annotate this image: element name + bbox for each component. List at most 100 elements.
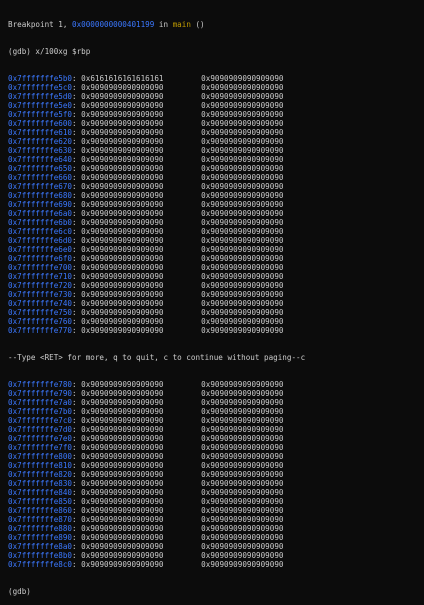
memory-address: 0x7fffffffe870 [8, 515, 73, 524]
memory-address: 0x7fffffffe880 [8, 524, 73, 533]
memory-value-2: 0x9090909090909090 [201, 533, 284, 542]
memory-value-1: 0x9090909090909090 [81, 542, 164, 551]
memory-row: 0x7fffffffe880: 0x9090909090909090 0x9090… [8, 524, 284, 533]
memory-value-2: 0x9090909090909090 [201, 101, 284, 110]
memory-value-1: 0x9090909090909090 [81, 398, 164, 407]
memory-value-1: 0x9090909090909090 [81, 182, 164, 191]
memory-value-2: 0x9090909090909090 [201, 92, 284, 101]
breakpoint-prefix: Breakpoint 1, [8, 20, 73, 29]
memory-value-1: 0x9090909090909090 [81, 497, 164, 506]
memory-value-2: 0x9090909090909090 [201, 290, 284, 299]
memory-row: 0x7fffffffe6a0: 0x9090909090909090 0x9090… [8, 209, 284, 218]
memory-value-2: 0x9090909090909090 [201, 128, 284, 137]
memory-value-1: 0x9090909090909090 [81, 263, 164, 272]
memory-address: 0x7fffffffe850 [8, 497, 73, 506]
memory-value-1: 0x9090909090909090 [81, 515, 164, 524]
memory-address: 0x7fffffffe770 [8, 326, 73, 335]
memory-value-1: 0x9090909090909090 [81, 308, 164, 317]
memory-address: 0x7fffffffe760 [8, 317, 73, 326]
memory-address: 0x7fffffffe720 [8, 281, 73, 290]
memory-value-2: 0x9090909090909090 [201, 119, 284, 128]
memory-row: 0x7fffffffe6c0: 0x9090909090909090 0x9090… [8, 227, 284, 236]
memory-value-2: 0x9090909090909090 [201, 227, 284, 236]
memory-row: 0x7fffffffe7a0: 0x9090909090909090 0x9090… [8, 398, 284, 407]
memory-value-2: 0x9090909090909090 [201, 110, 284, 119]
memory-value-1: 0x9090909090909090 [81, 407, 164, 416]
memory-dump-block-2: 0x7fffffffe780: 0x9090909090909090 0x9090… [8, 380, 424, 569]
memory-row: 0x7fffffffe720: 0x9090909090909090 0x9090… [8, 281, 284, 290]
memory-address: 0x7fffffffe710 [8, 272, 73, 281]
memory-value-1: 0x9090909090909090 [81, 452, 164, 461]
memory-row: 0x7fffffffe770: 0x9090909090909090 0x9090… [8, 326, 284, 335]
memory-value-1: 0x9090909090909090 [81, 524, 164, 533]
memory-address: 0x7fffffffe650 [8, 164, 73, 173]
memory-value-2: 0x9090909090909090 [201, 506, 284, 515]
memory-value-1: 0x9090909090909090 [81, 128, 164, 137]
memory-value-2: 0x9090909090909090 [201, 389, 284, 398]
memory-value-2: 0x9090909090909090 [201, 155, 284, 164]
memory-value-2: 0x9090909090909090 [201, 515, 284, 524]
memory-value-1: 0x6161616161616161 [81, 74, 164, 83]
memory-value-2: 0x9090909090909090 [201, 245, 284, 254]
memory-value-1: 0x9090909090909090 [81, 290, 164, 299]
memory-value-1: 0x9090909090909090 [81, 101, 164, 110]
memory-value-1: 0x9090909090909090 [81, 236, 164, 245]
memory-row: 0x7fffffffe860: 0x9090909090909090 0x9090… [8, 506, 284, 515]
memory-row: 0x7fffffffe840: 0x9090909090909090 0x9090… [8, 488, 284, 497]
memory-value-1: 0x9090909090909090 [81, 299, 164, 308]
memory-row: 0x7fffffffe700: 0x9090909090909090 0x9090… [8, 263, 284, 272]
memory-value-1: 0x9090909090909090 [81, 326, 164, 335]
memory-value-1: 0x9090909090909090 [81, 317, 164, 326]
memory-address: 0x7fffffffe830 [8, 479, 73, 488]
memory-row: 0x7fffffffe6d0: 0x9090909090909090 0x9090… [8, 236, 284, 245]
memory-address: 0x7fffffffe7e0 [8, 434, 73, 443]
memory-row: 0x7fffffffe7c0: 0x9090909090909090 0x9090… [8, 416, 284, 425]
memory-row: 0x7fffffffe650: 0x9090909090909090 0x9090… [8, 164, 284, 173]
memory-value-1: 0x9090909090909090 [81, 173, 164, 182]
memory-row: 0x7fffffffe5d0: 0x9090909090909090 0x9090… [8, 92, 284, 101]
memory-address: 0x7fffffffe6b0 [8, 218, 73, 227]
memory-row: 0x7fffffffe610: 0x9090909090909090 0x9090… [8, 128, 284, 137]
memory-value-2: 0x9090909090909090 [201, 560, 284, 569]
memory-row: 0x7fffffffe7f0: 0x9090909090909090 0x9090… [8, 443, 284, 452]
memory-address: 0x7fffffffe840 [8, 488, 73, 497]
memory-value-2: 0x9090909090909090 [201, 524, 284, 533]
memory-row: 0x7fffffffe7e0: 0x9090909090909090 0x9090… [8, 434, 284, 443]
breakpoint-function: main [172, 20, 191, 29]
memory-address: 0x7fffffffe740 [8, 299, 73, 308]
breakpoint-suffix: () [190, 20, 205, 29]
memory-value-1: 0x9090909090909090 [81, 281, 164, 290]
memory-row: 0x7fffffffe760: 0x9090909090909090 0x9090… [8, 317, 284, 326]
memory-address: 0x7fffffffe600 [8, 119, 73, 128]
memory-value-1: 0x9090909090909090 [81, 506, 164, 515]
memory-row: 0x7fffffffe8b0: 0x9090909090909090 0x9090… [8, 551, 284, 560]
memory-value-1: 0x9090909090909090 [81, 425, 164, 434]
memory-row: 0x7fffffffe8a0: 0x9090909090909090 0x9090… [8, 542, 284, 551]
memory-row: 0x7fffffffe730: 0x9090909090909090 0x9090… [8, 290, 284, 299]
memory-value-1: 0x9090909090909090 [81, 470, 164, 479]
memory-value-2: 0x9090909090909090 [201, 263, 284, 272]
memory-row: 0x7fffffffe780: 0x9090909090909090 0x9090… [8, 380, 284, 389]
memory-value-2: 0x9090909090909090 [201, 254, 284, 263]
memory-address: 0x7fffffffe630 [8, 146, 73, 155]
memory-row: 0x7fffffffe6b0: 0x9090909090909090 0x9090… [8, 218, 284, 227]
memory-value-1: 0x9090909090909090 [81, 119, 164, 128]
memory-value-1: 0x9090909090909090 [81, 272, 164, 281]
memory-address: 0x7fffffffe860 [8, 506, 73, 515]
memory-row: 0x7fffffffe7b0: 0x9090909090909090 0x9090… [8, 407, 284, 416]
memory-address: 0x7fffffffe6f0 [8, 254, 73, 263]
memory-value-1: 0x9090909090909090 [81, 146, 164, 155]
memory-row: 0x7fffffffe670: 0x9090909090909090 0x9090… [8, 182, 284, 191]
memory-value-1: 0x9090909090909090 [81, 380, 164, 389]
memory-address: 0x7fffffffe7a0 [8, 398, 73, 407]
terminal-output[interactable]: Breakpoint 1, 0x0000000000401199 in main… [8, 2, 424, 596]
memory-row: 0x7fffffffe6e0: 0x9090909090909090 0x9090… [8, 245, 284, 254]
memory-row: 0x7fffffffe850: 0x9090909090909090 0x9090… [8, 497, 284, 506]
memory-address: 0x7fffffffe5d0 [8, 92, 73, 101]
gdb-prompt[interactable]: (gdb) [8, 587, 424, 596]
memory-value-1: 0x9090909090909090 [81, 137, 164, 146]
memory-value-2: 0x9090909090909090 [201, 461, 284, 470]
memory-row: 0x7fffffffe5b0: 0x6161616161616161 0x9090… [8, 74, 284, 83]
pager-prompt: --Type <RET> for more, q to quit, c to c… [8, 353, 306, 362]
breakpoint-in: in [154, 20, 173, 29]
